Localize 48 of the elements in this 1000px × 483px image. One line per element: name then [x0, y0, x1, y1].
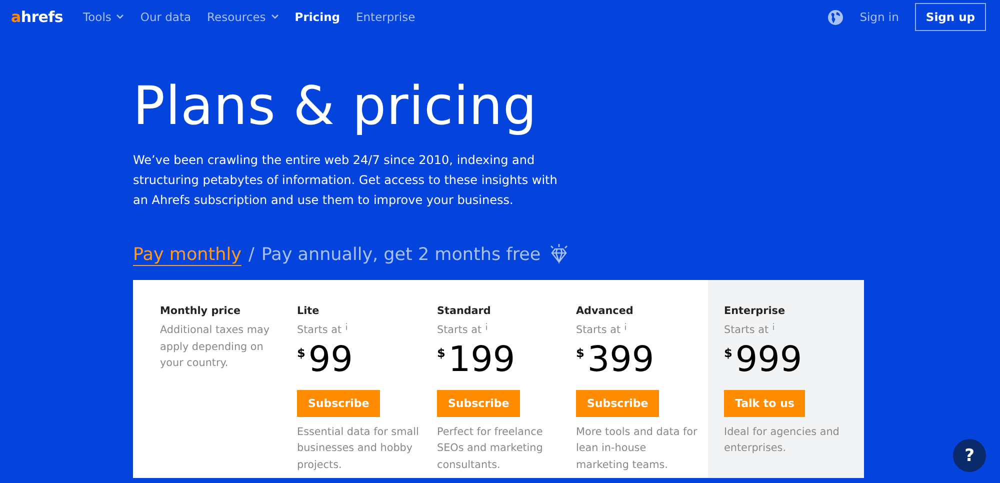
info-icon[interactable]	[344, 322, 348, 330]
help-button[interactable]: ?	[953, 439, 986, 472]
nav-link[interactable]: Tools	[83, 10, 124, 24]
billing-option[interactable]: Pay monthly	[133, 245, 242, 265]
billing-option[interactable]: Pay annually, get 2 months free	[261, 245, 541, 265]
plan-description: Ideal for agencies and enterprises.	[724, 424, 840, 456]
nav-link[interactable]: Our data	[140, 10, 192, 24]
plan-name: Lite	[297, 305, 320, 317]
currency-sign: $	[437, 346, 446, 360]
plan-description: Essential data for small businesses and hobby projects.	[297, 424, 420, 472]
info-icon[interactable]	[484, 322, 488, 330]
info-icon[interactable]	[624, 322, 627, 330]
currency-sign: $	[576, 346, 584, 360]
plan-button[interactable]: Subscribe	[297, 390, 380, 416]
sign-up-button[interactable]: Sign up	[914, 3, 986, 31]
chevron-down-icon	[270, 14, 279, 20]
nav-link[interactable]: Enterprise	[356, 10, 416, 24]
plan-name: Standard	[437, 305, 492, 317]
plan-name: Advanced	[576, 305, 634, 317]
plan-price: 999	[735, 340, 802, 380]
chevron-down-icon	[116, 14, 124, 20]
starts-at-label: Starts at	[724, 323, 769, 338]
intro-text: We’ve been crawling the entire web 24/7 since 2010, indexing and structuring petabytes of information. Get access to these insights with an Ahrefs subscription and use them to improve your business.	[133, 152, 558, 209]
plan-description: More tools and data for lean in-house marketing teams.	[576, 424, 698, 472]
plan-description: Perfect for freelance SEOs and marketing consultants.	[437, 424, 544, 472]
starts-at-label: Starts at	[297, 323, 342, 338]
diamond-icon	[548, 244, 570, 266]
currency-sign: $	[724, 346, 732, 360]
starts-at-label: Starts at	[576, 323, 621, 338]
sign-in-link[interactable]: Sign in	[860, 10, 899, 24]
globe-icon[interactable]	[826, 8, 844, 26]
plan-button[interactable]: Talk to us	[724, 390, 806, 416]
plan-price: 399	[587, 340, 654, 380]
column-heading: Monthly price	[160, 305, 242, 317]
logo[interactable]: ahrefs	[11, 8, 64, 26]
plan-button[interactable]: Subscribe	[576, 390, 660, 416]
starts-at-label: Starts at	[437, 323, 482, 338]
info-icon[interactable]	[772, 322, 775, 330]
plan-button[interactable]: Subscribe	[437, 390, 520, 416]
plan-price: 99	[308, 340, 353, 380]
tax-note: Additional taxes may apply depending on your country.	[160, 323, 270, 371]
currency-sign: $	[297, 346, 306, 360]
nav-link[interactable]: Resources	[207, 10, 279, 24]
plan-price: 199	[448, 340, 516, 380]
separator: /	[248, 245, 254, 265]
page-title: Plans & pricing	[133, 75, 538, 139]
nav-link[interactable]: Pricing	[294, 10, 340, 24]
plan-name: Enterprise	[724, 305, 786, 317]
